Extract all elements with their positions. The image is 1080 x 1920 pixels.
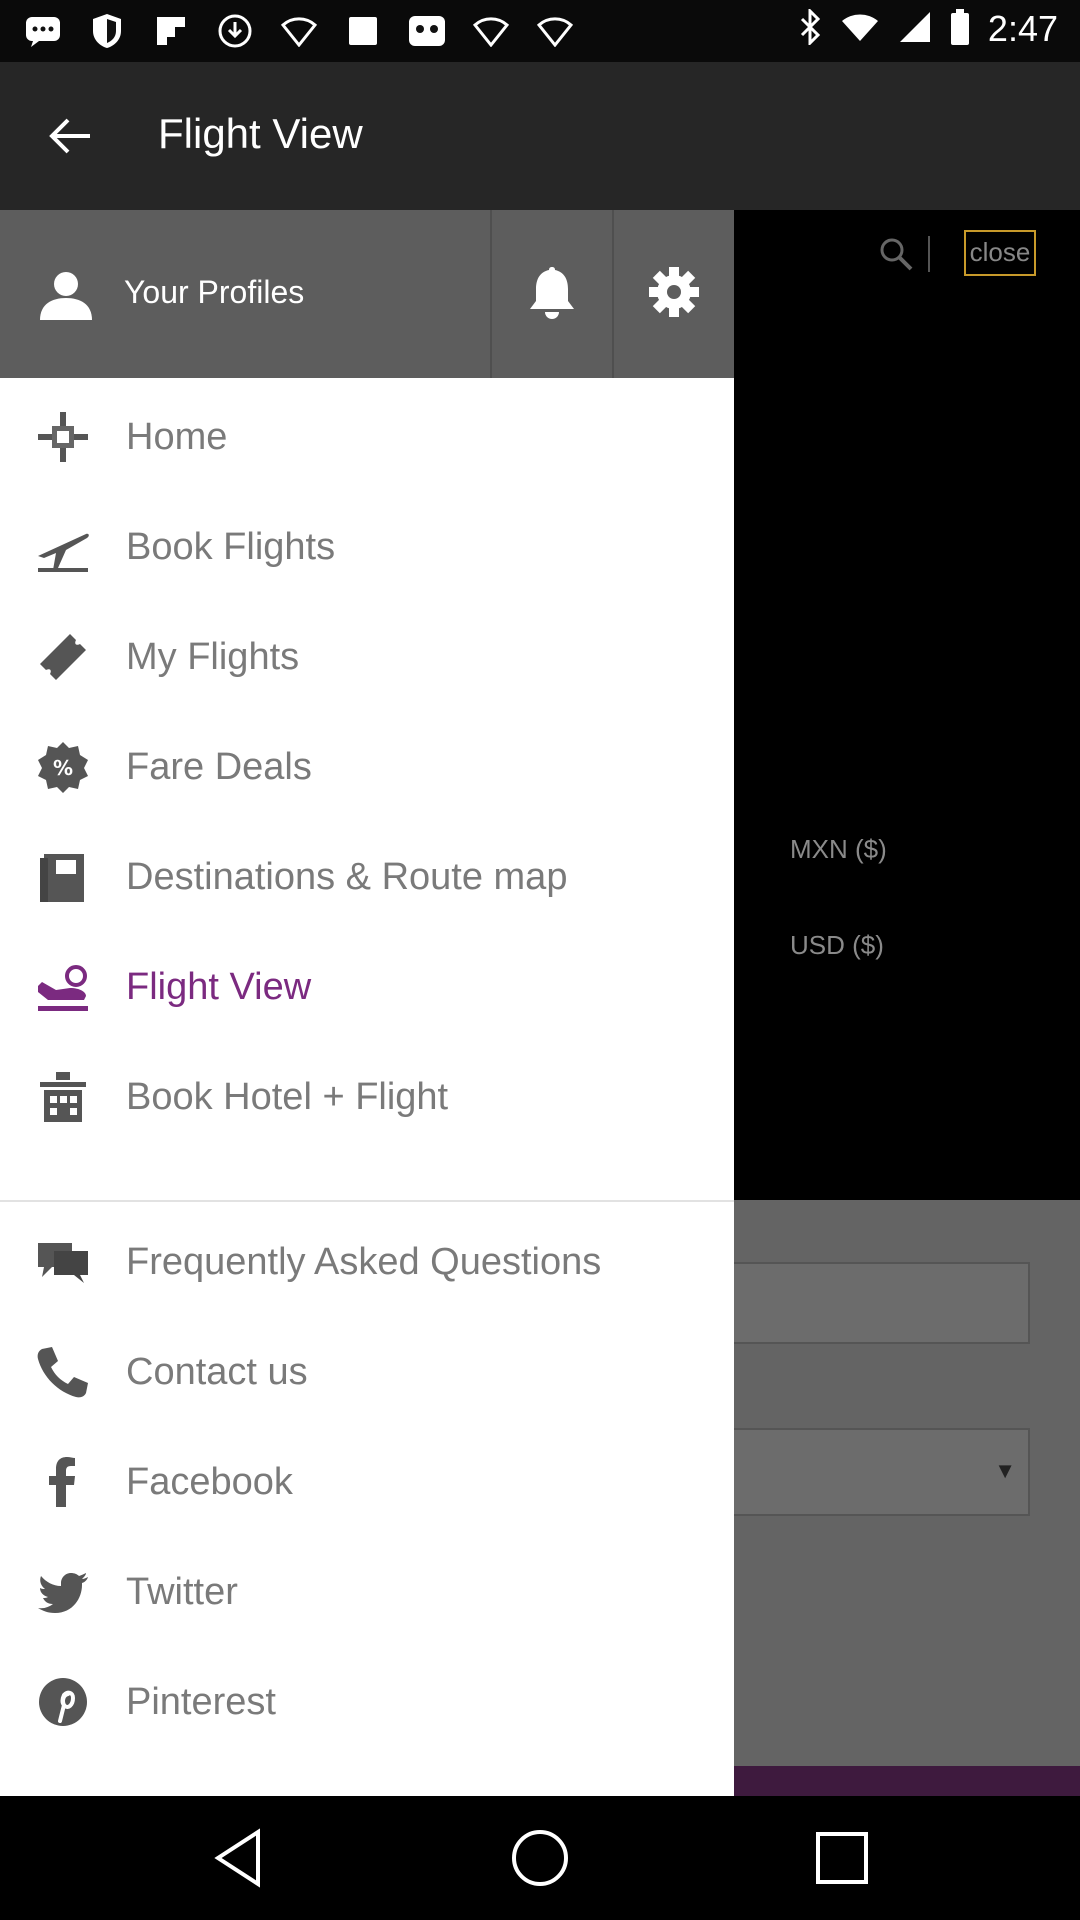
close-button[interactable]: close [964,230,1036,276]
wifi-icon [536,12,574,50]
menu-item-twitter[interactable]: Twitter [0,1537,734,1647]
background-dropdown[interactable]: ▼ [700,1428,1030,1516]
pinterest-icon [36,1675,90,1729]
system-nav-bar [0,1796,1080,1920]
divider [928,236,930,272]
menu-item-faq[interactable]: Frequently Asked Questions [0,1207,734,1317]
gear-icon [648,266,700,323]
menu-item-destinations-route-map[interactable]: Destinations & Route map [0,822,734,932]
battery-icon [950,8,970,50]
home-icon [36,410,90,464]
airplane-icon [36,520,90,574]
wifi-signal-icon [840,11,880,48]
chat-icon [36,1235,90,1289]
gallery-icon [408,12,446,50]
download-icon [216,12,254,50]
background-bottom-bar [734,1766,1080,1796]
twitter-icon [36,1565,90,1619]
drawer-header: Your Profiles [0,210,734,378]
app-bar: Flight View [0,62,1080,210]
bell-icon [529,265,575,324]
currency-mxn: MXN ($) [790,834,887,864]
messages-icon [24,12,62,50]
map-book-icon [36,850,90,904]
profile-icon [38,270,94,320]
dropdown-caret-icon: ▼ [994,1458,1016,1483]
menu-item-contact-us[interactable]: Contact us [0,1317,734,1427]
hotel-icon [36,1070,90,1124]
svg-text:%: % [53,756,73,780]
back-arrow-icon[interactable] [40,106,100,166]
menu-item-pinterest[interactable]: Pinterest [0,1647,734,1757]
settings-button[interactable] [612,210,734,378]
menu-item-flight-view[interactable]: Flight View [0,932,734,1042]
ticket-icon [36,630,90,684]
landing-icon [36,960,90,1014]
profile-label: Your Profiles [124,274,305,310]
navigation-drawer: Your Profiles Home Book Flights My Fligh… [0,210,734,1796]
notifications-button[interactable] [490,210,612,378]
wifi-icon [472,12,510,50]
background-panel [734,210,1080,1200]
flipboard-icon [152,12,190,50]
drawer-divider [0,1200,734,1202]
square-icon [344,12,382,50]
nav-recents-icon[interactable] [810,1826,874,1890]
facebook-icon [36,1455,90,1509]
your-profiles-button[interactable]: Your Profiles [0,210,490,378]
shield-icon [88,12,126,50]
phone-icon [36,1345,90,1399]
cell-signal-icon [898,10,932,49]
percent-badge-icon: % [36,740,90,794]
menu-item-facebook[interactable]: Facebook [0,1427,734,1537]
currency-usd: USD ($) [790,930,884,960]
nav-home-icon[interactable] [508,1826,572,1890]
menu-item-book-hotel-flight[interactable]: Book Hotel + Flight [0,1042,734,1152]
status-bar: 2:47 [0,0,1080,62]
status-time: 2:47 [987,8,1058,49]
menu-item-book-flights[interactable]: Book Flights [0,492,734,602]
background-input[interactable] [700,1262,1030,1344]
wifi-icon [280,12,318,50]
bluetooth-icon [798,6,822,50]
search-icon[interactable] [878,236,914,272]
menu-item-home[interactable]: Home [0,382,734,492]
menu-item-fare-deals[interactable]: % Fare Deals [0,712,734,822]
menu-item-my-flights[interactable]: My Flights [0,602,734,712]
nav-back-icon[interactable] [208,1826,272,1890]
page-title: Flight View [158,110,363,157]
